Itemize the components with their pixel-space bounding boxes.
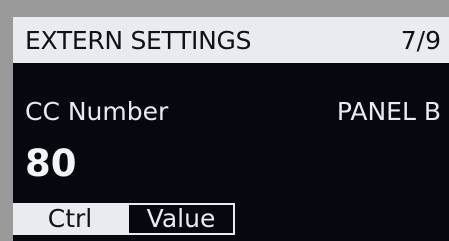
- page-indicator: 7/9: [400, 26, 441, 55]
- panel-label: PANEL B: [336, 97, 441, 126]
- header-bar: EXTERN SETTINGS 7/9: [13, 17, 449, 63]
- device-bezel: EXTERN SETTINGS 7/9 CC Number PANEL B 80…: [0, 0, 449, 241]
- page-title: EXTERN SETTINGS: [25, 26, 252, 55]
- tab-ctrl[interactable]: Ctrl: [13, 203, 127, 235]
- parameter-label: CC Number: [25, 97, 169, 126]
- tab-value[interactable]: Value: [127, 203, 235, 235]
- parameter-value[interactable]: 80: [25, 142, 77, 186]
- display-screen: EXTERN SETTINGS 7/9 CC Number PANEL B 80…: [13, 17, 449, 241]
